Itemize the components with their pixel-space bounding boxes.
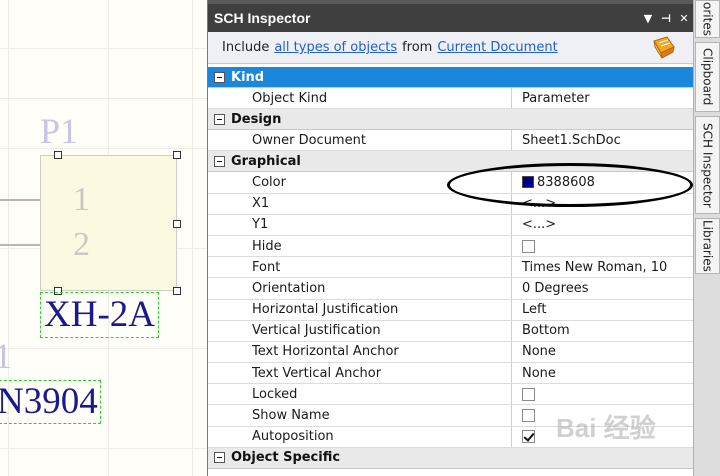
panel-titlebar[interactable]: SCH Inspector ▼ ⊣ ✕: [208, 0, 693, 32]
pin-line[interactable]: [0, 199, 41, 201]
tab-favorites[interactable]: orites: [695, 0, 720, 38]
property-name: Text Horizontal Anchor: [208, 341, 512, 363]
property-name: Y1: [208, 214, 512, 235]
property-row[interactable]: Font Times New Roman, 10: [208, 257, 694, 279]
panel-title: SCH Inspector: [214, 10, 311, 26]
collapse-icon[interactable]: [214, 155, 225, 167]
property-value[interactable]: None: [512, 342, 694, 362]
property-value[interactable]: 0 Degrees: [512, 278, 694, 298]
watermark: Bai 经验: [556, 413, 656, 443]
property-value[interactable]: Times New Roman, 10: [512, 257, 694, 277]
filter-bar: Include all types of objects from Curren…: [208, 32, 693, 64]
category-kind[interactable]: Kind: [208, 67, 694, 88]
property-name: Locked: [208, 384, 512, 405]
pin-number: 1: [73, 181, 90, 218]
property-row[interactable]: Orientation 0 Degrees: [208, 278, 694, 300]
property-name: Orientation: [208, 278, 512, 299]
grid-line: [0, 98, 207, 99]
pin-number: 2: [73, 226, 90, 263]
category-object-specific[interactable]: Object Specific: [208, 447, 694, 469]
property-row[interactable]: Text Vertical Anchor None: [208, 363, 694, 385]
filter-icon[interactable]: [651, 35, 677, 61]
selection-handle[interactable]: [54, 151, 62, 159]
property-row[interactable]: Hide: [208, 235, 694, 258]
category-label: Graphical: [231, 153, 301, 169]
component-comment[interactable]: N3904: [0, 380, 101, 424]
grid-line: [192, 0, 193, 476]
property-value-text: Times New Roman, 10: [522, 259, 668, 275]
component-designator[interactable]: P1: [40, 110, 78, 152]
selection-handle[interactable]: [173, 151, 181, 159]
filter-middle: from: [402, 40, 433, 55]
property-name: Horizontal Justification: [208, 299, 512, 320]
property-value[interactable]: <...>: [512, 215, 694, 235]
property-value-text: Sheet1.SchDoc: [522, 132, 621, 148]
property-name: Owner Document: [208, 130, 512, 151]
property-row[interactable]: Vertical Justification Bottom: [208, 320, 694, 342]
tab-libraries[interactable]: Libraries: [695, 218, 720, 274]
property-value[interactable]: Left: [512, 300, 694, 320]
component-designator[interactable]: 1: [0, 335, 12, 377]
property-value-text: Bottom: [522, 323, 570, 339]
property-name: Vertical Justification: [208, 320, 512, 341]
tab-clipboard[interactable]: Clipboard: [695, 42, 720, 112]
collapse-icon[interactable]: [214, 452, 225, 464]
property-row[interactable]: Owner Document Sheet1.SchDoc: [208, 130, 694, 152]
object-types-link[interactable]: all types of objects: [274, 40, 397, 55]
property-name: Autoposition: [208, 426, 512, 447]
selection-handle[interactable]: [173, 220, 181, 228]
property-value[interactable]: Bottom: [512, 321, 694, 341]
category-design[interactable]: Design: [208, 109, 694, 131]
property-value-text: 0 Degrees: [522, 280, 589, 296]
component-comment[interactable]: XH-2A: [40, 292, 159, 338]
highlight-annotation: [447, 163, 693, 207]
collapse-icon[interactable]: [214, 113, 225, 125]
property-value-text: Left: [522, 302, 547, 318]
property-value[interactable]: Sheet1.SchDoc: [512, 130, 694, 150]
property-value[interactable]: None: [512, 363, 694, 383]
grid-line: [0, 148, 207, 149]
property-name: Text Vertical Anchor: [208, 363, 512, 384]
component-body[interactable]: [40, 155, 177, 291]
grid-line: [0, 448, 207, 449]
checkbox[interactable]: [522, 239, 535, 253]
property-value-text: None: [522, 344, 556, 360]
sch-inspector-panel: SCH Inspector ▼ ⊣ ✕ Include all types of…: [207, 0, 694, 476]
checkbox[interactable]: [522, 387, 535, 401]
property-row[interactable]: Horizontal Justification Left: [208, 299, 694, 321]
category-label: Kind: [231, 69, 265, 85]
tab-sch-inspector[interactable]: SCH Inspector: [695, 116, 720, 214]
document-scope-link[interactable]: Current Document: [437, 40, 557, 55]
property-name: Hide: [208, 235, 512, 257]
property-row[interactable]: Object Kind Parameter: [208, 88, 694, 110]
grid-line: [0, 348, 207, 349]
schematic-canvas[interactable]: P1 1 2 XH-2A 1 N3904: [0, 0, 207, 476]
property-value[interactable]: [512, 236, 694, 256]
property-value-text: None: [522, 365, 556, 381]
selection-handle[interactable]: [173, 287, 181, 295]
filter-prefix: Include: [222, 40, 270, 55]
grid-line: [0, 48, 207, 49]
property-row[interactable]: Locked: [208, 384, 694, 406]
property-row[interactable]: Text Horizontal Anchor None: [208, 341, 694, 364]
property-name: Object Kind: [208, 88, 512, 109]
pin-icon[interactable]: ⊣: [657, 12, 675, 25]
collapse-icon[interactable]: [214, 71, 225, 83]
panel-menu-button[interactable]: ▼: [639, 12, 657, 25]
property-value-text: <...>: [522, 217, 557, 233]
property-row[interactable]: Y1 <...>: [208, 214, 694, 236]
checkbox[interactable]: [522, 430, 535, 444]
property-value-text: Parameter: [522, 90, 590, 106]
close-icon[interactable]: ✕: [675, 12, 693, 25]
category-label: Design: [231, 111, 282, 127]
side-tab-strip: orites Clipboard SCH Inspector Libraries: [693, 0, 720, 476]
property-value[interactable]: Parameter: [512, 88, 694, 108]
category-label: Object Specific: [231, 450, 341, 466]
checkbox[interactable]: [522, 409, 535, 423]
property-name: Show Name: [208, 405, 512, 426]
property-name: Font: [208, 257, 512, 278]
pin-line[interactable]: [0, 244, 41, 246]
property-value[interactable]: [512, 384, 694, 404]
